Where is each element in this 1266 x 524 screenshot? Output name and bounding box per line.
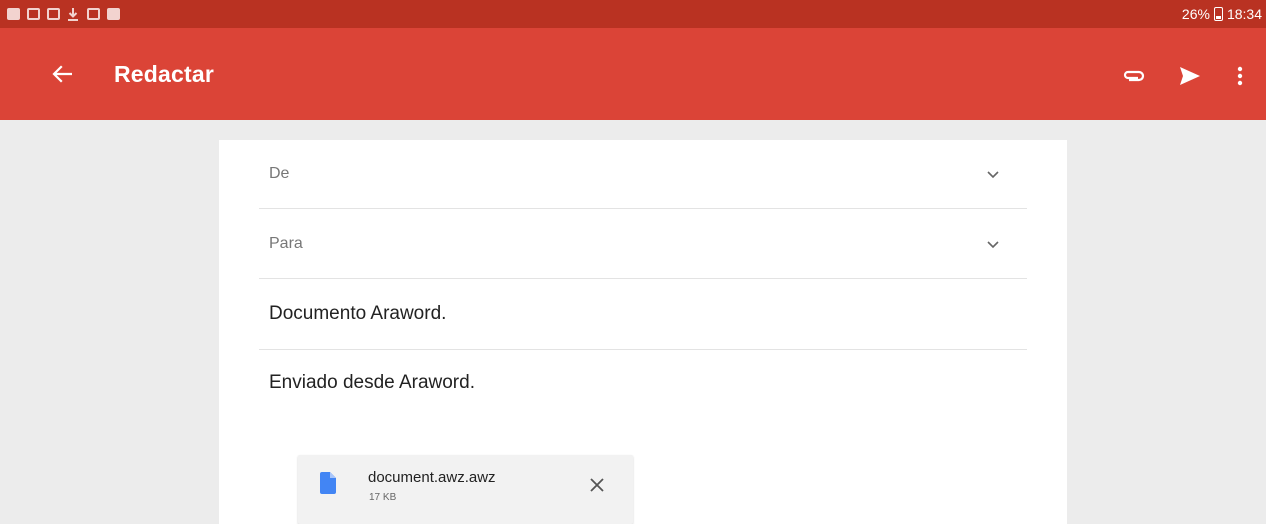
facebook-icon (6, 7, 20, 21)
toolbar-actions (1116, 58, 1252, 94)
photos-icon (106, 7, 120, 21)
compose-card: De Para Documento Araword. Enviado desde… (219, 140, 1067, 524)
subject-text: Documento Araword. (269, 303, 447, 324)
attachment-chip[interactable]: document.awz.awz 17 KB (298, 455, 633, 524)
from-field[interactable]: De (259, 140, 1027, 209)
body-field[interactable]: Enviado desde Araword. (269, 372, 475, 394)
from-label: De (269, 165, 290, 182)
to-field[interactable]: Para (259, 209, 1027, 279)
subject-field[interactable]: Documento Araword. (259, 279, 1027, 350)
status-right: 26% 18:34 (1182, 6, 1262, 22)
app-bar: Redactar (0, 28, 1266, 120)
gmail-icon (26, 7, 40, 21)
notification-icons (6, 7, 120, 21)
battery-percent: 26% (1181, 6, 1210, 22)
more-vert-icon[interactable] (1228, 58, 1252, 94)
close-icon[interactable] (583, 471, 611, 499)
file-icon (320, 472, 336, 494)
clock: 18:34 (1226, 6, 1262, 22)
attach-icon[interactable] (1116, 58, 1152, 94)
download-icon (66, 7, 80, 21)
send-icon[interactable] (1172, 58, 1208, 94)
copy-icon (86, 7, 100, 21)
status-bar: 26% 18:34 (0, 0, 1266, 28)
attachment-name: document.awz.awz (368, 469, 496, 486)
attachment-size: 17 KB (369, 492, 397, 503)
to-label: Para (269, 234, 303, 252)
chevron-down-icon[interactable] (985, 166, 1001, 182)
image-icon (46, 7, 60, 21)
page-title: Redactar (114, 60, 215, 87)
chevron-down-icon[interactable] (985, 236, 1001, 252)
battery-icon (1213, 7, 1223, 21)
back-arrow-icon[interactable] (44, 56, 80, 92)
